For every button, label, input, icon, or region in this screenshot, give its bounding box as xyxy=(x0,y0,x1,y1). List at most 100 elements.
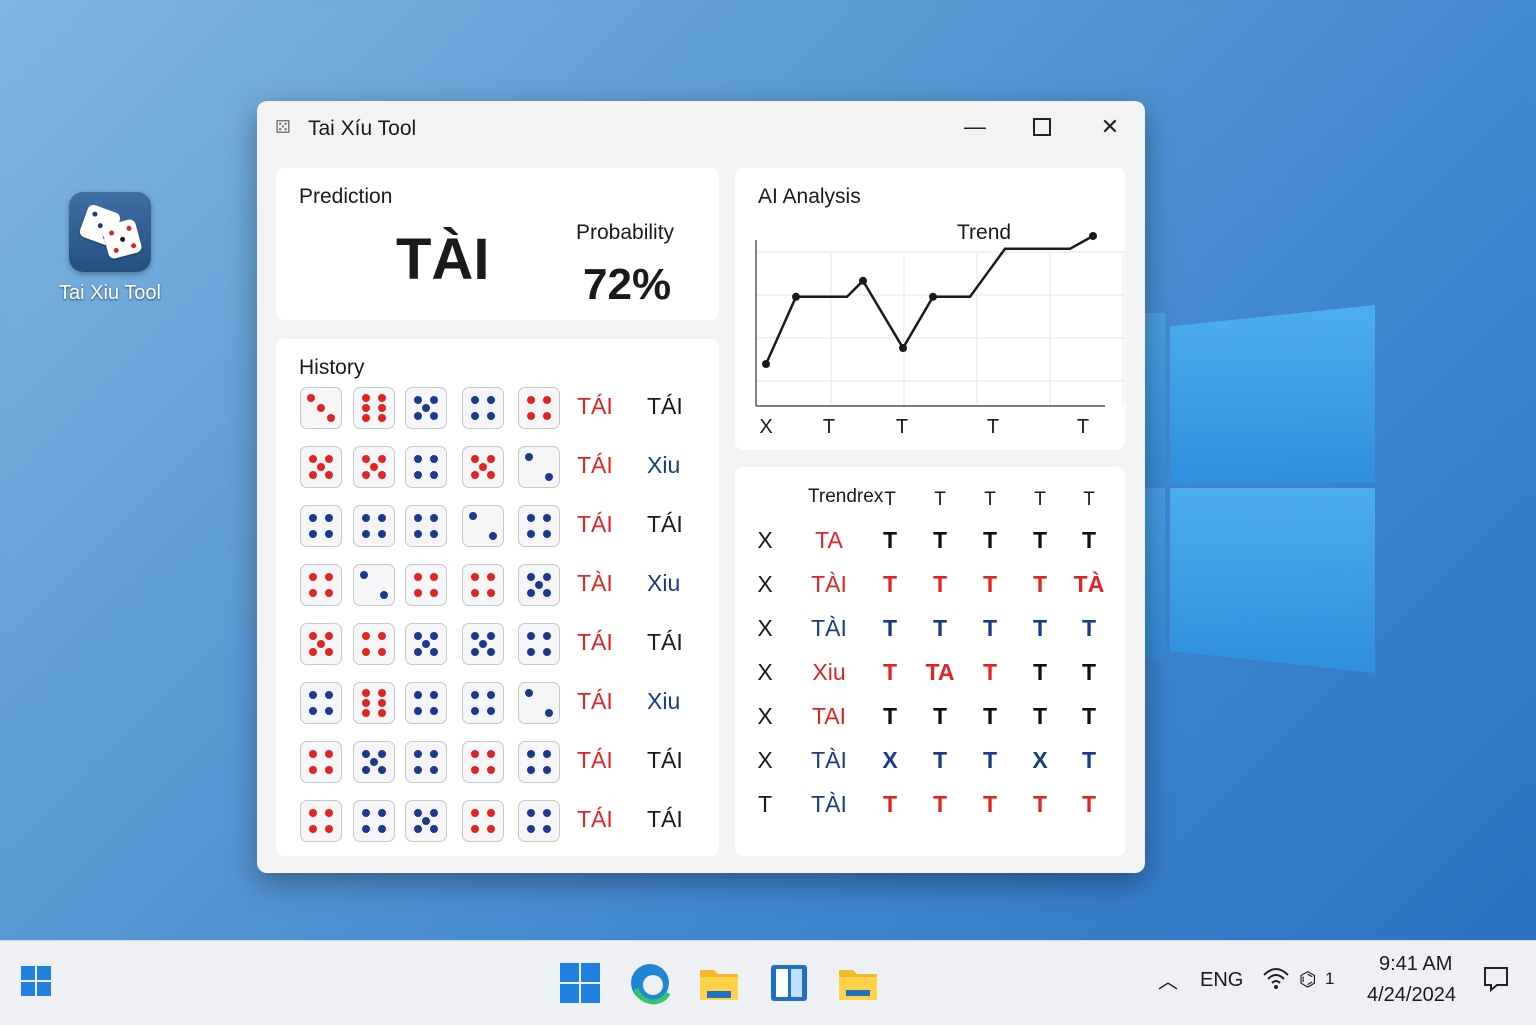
desktop-shortcut-tai-xiu[interactable]: Tai Xiu Tool xyxy=(52,192,168,305)
die xyxy=(300,741,342,783)
clock-time[interactable]: 9:41 AM xyxy=(1379,953,1452,976)
history-label: TÁI xyxy=(647,806,683,832)
trend-cell: T xyxy=(982,747,998,773)
dice-icon xyxy=(69,192,151,272)
die xyxy=(405,387,447,429)
data-point xyxy=(1089,232,1097,240)
windows-icon[interactable] xyxy=(558,961,602,1005)
start-icon[interactable] xyxy=(18,961,62,1005)
die xyxy=(518,800,560,842)
die xyxy=(518,741,560,783)
die xyxy=(353,446,395,488)
edge-icon[interactable] xyxy=(628,961,672,1005)
title-bar[interactable]: ⚄ Tai Xíu Tool — ✕ xyxy=(257,101,1145,153)
history-result: TÁI xyxy=(577,806,613,832)
x-tick-label: X xyxy=(759,416,772,438)
x-tick-label: T xyxy=(987,416,999,438)
prediction-title: Prediction xyxy=(299,185,393,208)
trend-row-label: TÀI xyxy=(811,571,847,597)
history-label: Xiu xyxy=(647,452,681,478)
data-point xyxy=(899,344,907,352)
history-result: TÁI xyxy=(577,393,613,419)
notification-count: 1 xyxy=(1325,969,1335,988)
x-tick-label: T xyxy=(1077,416,1089,438)
history-result: TÁI xyxy=(577,747,613,773)
trend-cell: T xyxy=(982,703,998,729)
trend-cell: TÀ xyxy=(1073,571,1105,597)
trend-header-cell: T xyxy=(1083,489,1095,510)
trend-cell: T xyxy=(982,571,998,597)
close-button[interactable]: ✕ xyxy=(1087,111,1133,143)
trend-cell: T xyxy=(1032,659,1048,685)
trend-cell: T xyxy=(932,791,948,817)
windows-logo-wallpaper xyxy=(1145,283,1377,673)
close-icon: ✕ xyxy=(1100,114,1120,139)
history-label: TÁI xyxy=(647,393,683,419)
trend-cell: X xyxy=(882,747,898,773)
minimize-button[interactable]: — xyxy=(952,111,998,143)
data-point xyxy=(929,292,937,301)
trend-first-cell: X xyxy=(757,615,773,641)
trend-header-cell: T xyxy=(1034,489,1046,510)
maximize-button[interactable] xyxy=(1019,111,1065,143)
die xyxy=(518,387,560,429)
trend-first-cell: X xyxy=(757,747,773,773)
die xyxy=(353,623,395,665)
die xyxy=(353,741,395,783)
store-icon[interactable] xyxy=(767,961,811,1005)
x-tick-label: T xyxy=(896,416,908,438)
notifications-icon[interactable] xyxy=(1482,965,1510,999)
trend-cell: T xyxy=(882,703,898,729)
wifi-icon[interactable] xyxy=(1262,965,1290,997)
trend-cell: T xyxy=(1032,791,1048,817)
die xyxy=(300,623,342,665)
die xyxy=(462,741,504,783)
history-label: Xiu xyxy=(647,688,681,714)
die xyxy=(462,564,504,606)
trend-row-label: TAI xyxy=(811,703,847,729)
trend-header-cell: T xyxy=(984,489,996,510)
trend-cell: T xyxy=(982,791,998,817)
history-label: TÁI xyxy=(647,511,683,537)
die xyxy=(405,682,447,724)
die xyxy=(353,387,395,429)
dice-icon: ⚄ xyxy=(275,117,291,137)
die xyxy=(300,505,342,547)
data-point xyxy=(859,276,867,285)
trend-cell: T xyxy=(1032,527,1048,553)
trend-cell: T xyxy=(1081,703,1097,729)
trend-first-cell: X xyxy=(757,659,773,685)
die xyxy=(462,800,504,842)
language-indicator[interactable]: ENG xyxy=(1200,969,1243,992)
history-result: TÁI xyxy=(577,511,613,537)
probability-value: 72% xyxy=(583,260,672,309)
die xyxy=(300,682,342,724)
trend-first-cell: X xyxy=(757,571,773,597)
trend-cell: T xyxy=(1081,527,1097,553)
history-result: TÁI xyxy=(577,688,613,714)
history-label: Xiu xyxy=(647,570,681,596)
trend-cell: T xyxy=(982,659,998,685)
trend-line xyxy=(764,234,1094,365)
data-point xyxy=(792,292,800,301)
trend-cell: T xyxy=(932,703,948,729)
history-label: TÁI xyxy=(647,747,683,773)
trend-cell: T xyxy=(932,747,948,773)
file-explorer-icon[interactable] xyxy=(697,961,741,1005)
taskbar: ︿ ENG ⌬ 1 9:41 AM 4/24/2024 xyxy=(0,940,1536,1025)
minimize-icon: — xyxy=(964,114,986,139)
clock-date[interactable]: 4/24/2024 xyxy=(1367,984,1456,1007)
x-tick-label: T xyxy=(823,416,835,438)
trend-cell: T xyxy=(882,791,898,817)
die xyxy=(518,564,560,606)
die xyxy=(518,446,560,488)
die xyxy=(405,741,447,783)
trend-header-cell: T xyxy=(884,489,896,510)
trend-cell: T xyxy=(1032,703,1048,729)
battery-icon[interactable]: ⌬ xyxy=(1299,967,1316,992)
trend-cell: X xyxy=(1032,747,1048,773)
chevron-up-icon[interactable]: ︿ xyxy=(1158,965,1178,994)
folder-icon[interactable] xyxy=(836,961,880,1005)
trend-cell: T xyxy=(982,527,998,553)
trend-panel: Trendrex T T T T T X TA T T T T T X TÀI T T T T TÀ X TÀI T T T T… xyxy=(735,467,1125,856)
